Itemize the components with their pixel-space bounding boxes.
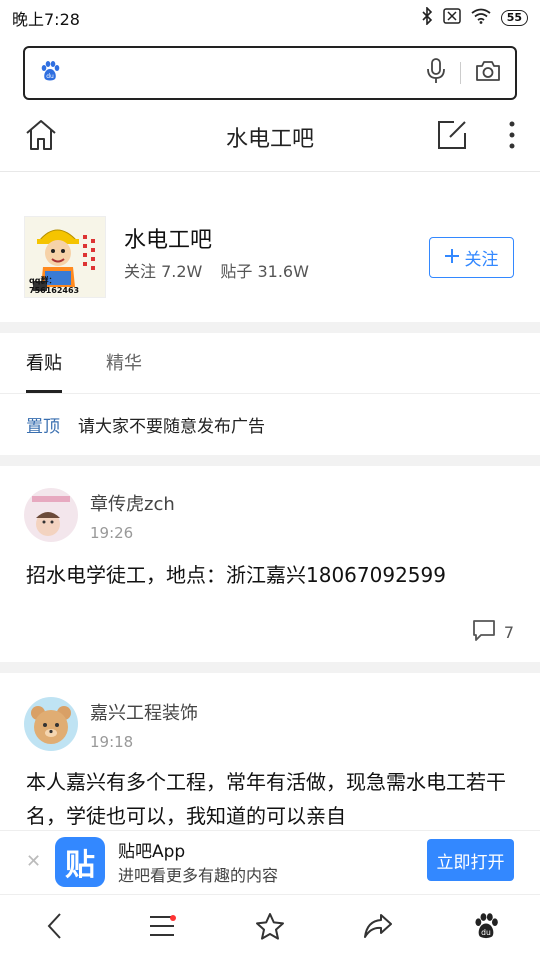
tab-bar: 看贴 精华 [0,334,540,394]
post-item[interactable]: 嘉兴工程装饰 19:18 本人嘉兴有多个工程，常年有活做，现急需水电工若干名，学… [0,673,540,830]
svg-text:du: du [46,73,54,80]
wifi-icon [471,8,491,28]
notification-dot [170,914,176,921]
followers-label: 关注 [124,262,157,281]
section-divider [0,322,540,333]
forum-avatar[interactable]: qq群：756162463 [24,216,106,298]
tieba-app-icon: 贴 [55,837,105,887]
baidu-paw-icon: du [472,912,500,944]
follow-button[interactable]: 关注 [429,237,514,278]
pinned-tag: 置顶 [26,416,60,437]
followers-stat: 关注 7.2W [124,258,202,282]
plus-icon [444,248,459,268]
section-divider [0,455,540,466]
star-icon [255,912,285,944]
forum-stats: 关注 7.2W 贴子 31.6W [124,258,309,282]
baidu-home-button[interactable]: du [456,903,516,953]
post-time: 19:26 [90,524,134,542]
header-actions [436,119,516,155]
app-name: 贴吧App [118,842,186,862]
status-time: 晚上7:28 [12,10,80,29]
bottom-navigation: du [0,894,540,960]
page-header: 水电工吧 [0,112,540,162]
avatar-caption: qq群：756162463 [29,276,80,295]
close-icon[interactable]: ✕ [26,851,41,872]
search-divider [460,62,461,84]
forum-name: 水电工吧 [124,228,213,253]
follow-label: 关注 [464,250,499,270]
status-bar: 晚上7:28 55 [0,0,540,36]
comment-number: 7 [503,622,514,642]
menu-button[interactable] [132,903,192,953]
svg-text:du: du [481,927,491,936]
post-author[interactable]: 嘉兴工程装饰 [90,699,198,725]
app-description: 进吧看更多有趣的内容 [118,866,279,885]
mute-icon [442,8,461,28]
comment-count[interactable]: 7 [472,619,514,645]
edit-icon[interactable] [436,119,468,155]
battery-indicator: 55 [500,10,528,26]
pinned-post[interactable]: 置顶 请大家不要随意发布广告 [26,396,516,452]
posts-count: 31.6W [257,262,309,281]
more-icon[interactable] [508,120,516,154]
back-icon [46,912,62,944]
search-input[interactable] [71,48,426,98]
pinned-title: 请大家不要随意发布广告 [78,416,265,437]
camera-icon[interactable] [475,60,501,86]
search-bar[interactable]: du [23,46,517,100]
favorite-button[interactable] [240,903,300,953]
open-app-button[interactable]: 立即打开 [427,839,514,881]
posts-stat: 贴子 31.6W [220,258,309,282]
post-time: 19:18 [90,733,134,751]
avatar[interactable] [24,488,78,542]
app-download-banner: ✕ 贴 贴吧App 进吧看更多有趣的内容 立即打开 [0,830,540,894]
section-divider [0,662,540,673]
followers-count: 7.2W [161,262,203,281]
share-icon [363,913,393,943]
post-author[interactable]: 章传虎zch [90,490,175,516]
microphone-icon[interactable] [426,58,446,88]
comment-icon [472,619,496,645]
home-icon[interactable] [24,119,58,155]
avatar[interactable] [24,697,78,751]
tab-featured[interactable]: 精华 [106,334,142,393]
baidu-paw-icon: du [39,60,61,86]
back-button[interactable] [24,903,84,953]
share-button[interactable] [348,903,408,953]
post-content: 招水电学徒工，地点：浙江嘉兴18067092599 [26,563,446,587]
post-content: 本人嘉兴有多个工程，常年有活做，现急需水电工若干名，学徒也可以，我知道的可以亲自 [26,770,506,828]
forum-info-card: qq群：756162463 水电工吧 关注 7.2W 贴子 31.6W 关注 [0,172,540,322]
status-icons: 55 [421,6,528,29]
posts-label: 贴子 [220,262,253,281]
bluetooth-icon [421,6,433,29]
tab-all-posts[interactable]: 看贴 [26,334,62,393]
post-item[interactable]: 章传虎zch 19:26 招水电学徒工，地点：浙江嘉兴18067092599 7 [0,466,540,662]
